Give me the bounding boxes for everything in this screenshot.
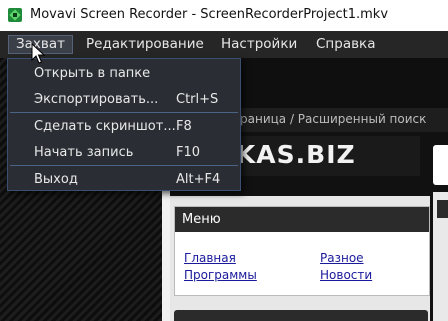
menu-item-label: Сделать скриншот... — [34, 119, 176, 134]
menu-separator — [10, 112, 238, 113]
menu-settings[interactable]: Настройки — [214, 36, 304, 53]
site-bottom-box — [174, 310, 428, 321]
right-panel-top — [433, 145, 448, 185]
menu-item-shortcut: Ctrl+S — [176, 92, 219, 107]
menu-item-screenshot[interactable]: Сделать скриншот... F8 — [9, 115, 239, 139]
menu-item-label: Выход — [34, 172, 78, 187]
right-panel — [433, 192, 448, 321]
site-menu-box: Меню Главная Программы Разное Новости — [174, 206, 430, 296]
capture-menu-dropdown: Открыть в папке Экспортировать... Ctrl+S… — [7, 58, 241, 191]
menu-item-shortcut: F10 — [176, 145, 201, 160]
menu-help[interactable]: Справка — [309, 36, 382, 53]
window-title: Movavi Screen Recorder - ScreenRecorderP… — [30, 7, 389, 22]
link-home[interactable]: Главная — [184, 251, 236, 265]
page-left-border — [162, 176, 170, 321]
link-misc[interactable]: Разное — [320, 251, 364, 265]
menu-item-label: Открыть в папке — [34, 66, 151, 81]
menu-item-label: Экспортировать... — [34, 92, 159, 107]
menu-item-open-folder[interactable]: Открыть в папке — [9, 62, 239, 86]
mouse-cursor-icon — [31, 43, 45, 64]
menu-item-export[interactable]: Экспортировать... Ctrl+S — [9, 88, 239, 112]
link-programs[interactable]: Программы — [184, 268, 257, 282]
menu-bar: Захват Редактирование Настройки Справка — [0, 31, 448, 58]
menu-item-label: Начать запись — [34, 145, 134, 160]
menu-edit[interactable]: Редактирование — [79, 36, 211, 53]
site-menu-header: Меню — [175, 207, 429, 232]
menu-item-start-recording[interactable]: Начать запись F10 — [9, 141, 239, 165]
link-news[interactable]: Новости — [320, 268, 372, 282]
breadcrumb: раница / Расширенный поиск — [236, 108, 448, 132]
menu-item-shortcut: F8 — [176, 119, 192, 134]
menu-item-shortcut: Alt+F4 — [176, 172, 221, 187]
menu-item-exit[interactable]: Выход Alt+F4 — [9, 168, 239, 192]
menu-separator — [10, 165, 238, 166]
title-bar: Movavi Screen Recorder - ScreenRecorderP… — [0, 0, 448, 31]
movavi-app-icon — [8, 8, 22, 22]
